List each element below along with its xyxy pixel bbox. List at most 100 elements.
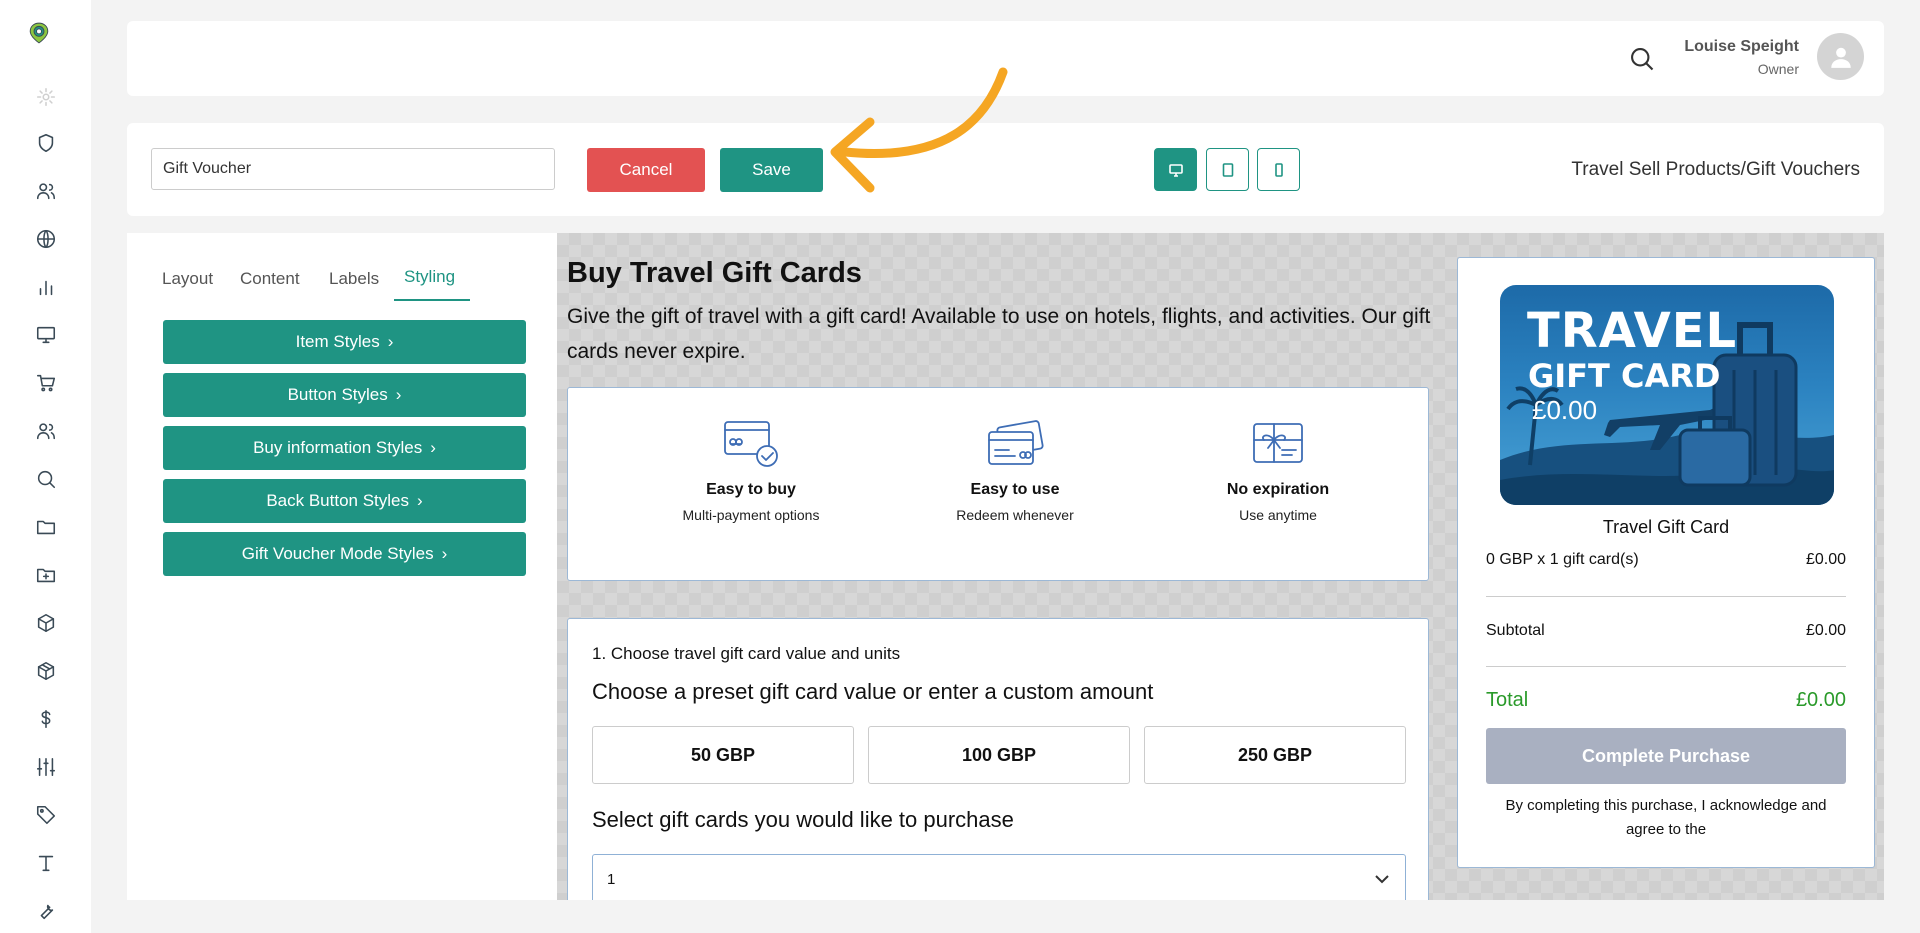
- quantity-value: 1: [607, 870, 616, 888]
- subtotal-value: £0.00: [1805, 622, 1846, 639]
- cart-icon[interactable]: [33, 370, 59, 396]
- dollar-icon[interactable]: [33, 706, 59, 732]
- quantity-select[interactable]: 1: [592, 854, 1406, 900]
- feature-title: Easy to buy: [706, 481, 796, 498]
- wrench-icon[interactable]: [33, 898, 59, 924]
- package-icon[interactable]: [33, 658, 59, 684]
- cancel-button[interactable]: Cancel: [587, 148, 705, 192]
- chevron-down-icon: [1375, 875, 1389, 884]
- team-icon[interactable]: [33, 418, 59, 444]
- save-button[interactable]: Save: [720, 148, 823, 192]
- app-logo[interactable]: [28, 22, 50, 49]
- feature-item: Easy to buy Multi-payment options: [651, 418, 851, 523]
- feature-subtitle: Redeem whenever: [956, 507, 1074, 523]
- mobile-view-button[interactable]: [1257, 148, 1300, 191]
- gift-voucher-mode-styles-button[interactable]: Gift Voucher Mode Styles ›: [163, 532, 526, 576]
- line-item-label: 0 GBP x 1 gift card(s): [1486, 551, 1639, 568]
- page-title: Buy Travel Gift Cards: [567, 257, 862, 289]
- buy-information-styles-button[interactable]: Buy information Styles ›: [163, 426, 526, 470]
- credit-card-check-icon: [724, 421, 778, 467]
- cube-icon[interactable]: [33, 610, 59, 636]
- amount-option-250[interactable]: 250 GBP: [1144, 726, 1406, 784]
- subtotal-label: Subtotal: [1486, 622, 1545, 639]
- chevron-right-icon: ›: [417, 491, 423, 510]
- feature-title: Easy to use: [970, 481, 1060, 498]
- feature-item: Easy to use Redeem whenever: [915, 418, 1115, 523]
- total-value: £0.00: [1795, 689, 1846, 711]
- avatar[interactable]: [1817, 33, 1864, 80]
- line-item-value: £0.00: [1805, 551, 1846, 568]
- line-item: 0 GBP x 1 gift card(s) £0.00: [1486, 551, 1846, 569]
- tablet-view-button[interactable]: [1206, 148, 1249, 191]
- desktop-icon: [1168, 163, 1183, 177]
- tab-labels[interactable]: Labels: [329, 269, 379, 289]
- page-preview: Buy Travel Gift Cards Give the gift of t…: [557, 233, 1884, 900]
- feature-subtitle: Multi-payment options: [682, 507, 820, 523]
- folder-plus-icon[interactable]: [33, 562, 59, 588]
- gift-card-icon: [1253, 423, 1303, 463]
- tab-styling[interactable]: Styling: [404, 267, 455, 287]
- back-button-styles-button[interactable]: Back Button Styles ›: [163, 479, 526, 523]
- sidebar: [0, 0, 91, 933]
- divider: [1486, 596, 1846, 597]
- card-amount: £0.00: [1532, 395, 1598, 425]
- globe-icon[interactable]: [33, 226, 59, 252]
- back-button-styles-label: Back Button Styles: [266, 491, 409, 510]
- shield-icon[interactable]: [33, 130, 59, 156]
- bar-chart-icon[interactable]: [33, 274, 59, 300]
- complete-purchase-button[interactable]: Complete Purchase: [1486, 728, 1846, 784]
- breadcrumb: Travel Sell Products/Gift Vouchers: [1571, 159, 1860, 180]
- active-tab-indicator: [394, 299, 470, 301]
- chevron-right-icon: ›: [395, 385, 402, 404]
- page-description: Give the gift of travel with a gift card…: [567, 305, 1431, 363]
- total-row: Total £0.00: [1486, 689, 1846, 712]
- amount-option-100[interactable]: 100 GBP: [868, 726, 1130, 784]
- card-subtitle: GIFT CARD: [1528, 357, 1721, 395]
- subtotal-row: Subtotal £0.00: [1486, 622, 1846, 640]
- gift-card-selection-box: 1. Choose travel gift card value and uni…: [567, 618, 1429, 900]
- users-icon[interactable]: [33, 178, 59, 204]
- tag-icon[interactable]: [33, 802, 59, 828]
- user-name: Louise Speight: [1684, 38, 1799, 55]
- amount-option-50[interactable]: 50 GBP: [592, 726, 854, 784]
- settings-icon[interactable]: [33, 84, 59, 110]
- user-icon: [1830, 47, 1851, 68]
- tablet-icon: [1222, 162, 1233, 177]
- feature-subtitle: Use anytime: [1239, 507, 1317, 523]
- gift-voucher-mode-styles-label: Gift Voucher Mode Styles: [241, 544, 434, 563]
- tab-content[interactable]: Content: [240, 269, 300, 289]
- features-box: Easy to buy Multi-payment options Easy t…: [567, 387, 1429, 581]
- monitor-icon[interactable]: [33, 322, 59, 348]
- buy-information-styles-label: Buy information Styles: [253, 438, 423, 457]
- user-role: Owner: [1757, 61, 1799, 77]
- chevron-right-icon: ›: [387, 332, 394, 351]
- choose-heading: Choose a preset gift card value or enter…: [592, 679, 1154, 704]
- feature-item: No expiration Use anytime: [1178, 418, 1378, 523]
- chevron-right-icon: ›: [430, 438, 436, 457]
- card-title: TRAVEL: [1527, 303, 1738, 359]
- desktop-view-button[interactable]: [1154, 148, 1197, 191]
- order-summary: TRAVEL GIFT CARD £0.00 Travel Gift Card …: [1457, 257, 1875, 868]
- folder-icon[interactable]: [33, 514, 59, 540]
- tab-layout[interactable]: Layout: [162, 269, 213, 289]
- button-styles-button[interactable]: Button Styles ›: [163, 373, 526, 417]
- mobile-icon: [1274, 162, 1283, 177]
- chevron-right-icon: ›: [441, 544, 448, 563]
- search-icon[interactable]: [1628, 45, 1656, 78]
- terms-text: By completing this purchase, I acknowled…: [1505, 797, 1827, 838]
- item-name: Travel Gift Card: [1602, 517, 1730, 537]
- button-styles-label: Button Styles: [287, 385, 388, 404]
- text-icon[interactable]: [33, 850, 59, 876]
- search-nav-icon[interactable]: [33, 466, 59, 492]
- item-styles-label: Item Styles: [295, 332, 380, 351]
- settings-panel: Layout Content Labels Styling Item Style…: [127, 233, 557, 900]
- quantity-heading: Select gift cards you would like to purc…: [592, 807, 1014, 832]
- gift-card-image: TRAVEL GIFT CARD £0.00: [1500, 285, 1834, 505]
- step-label: 1. Choose travel gift card value and uni…: [592, 644, 901, 663]
- feature-title: No expiration: [1226, 481, 1330, 498]
- sliders-icon[interactable]: [33, 754, 59, 780]
- total-label: Total: [1486, 689, 1529, 711]
- item-styles-button[interactable]: Item Styles ›: [163, 320, 526, 364]
- divider: [1486, 666, 1846, 667]
- voucher-name-input[interactable]: [151, 148, 555, 190]
